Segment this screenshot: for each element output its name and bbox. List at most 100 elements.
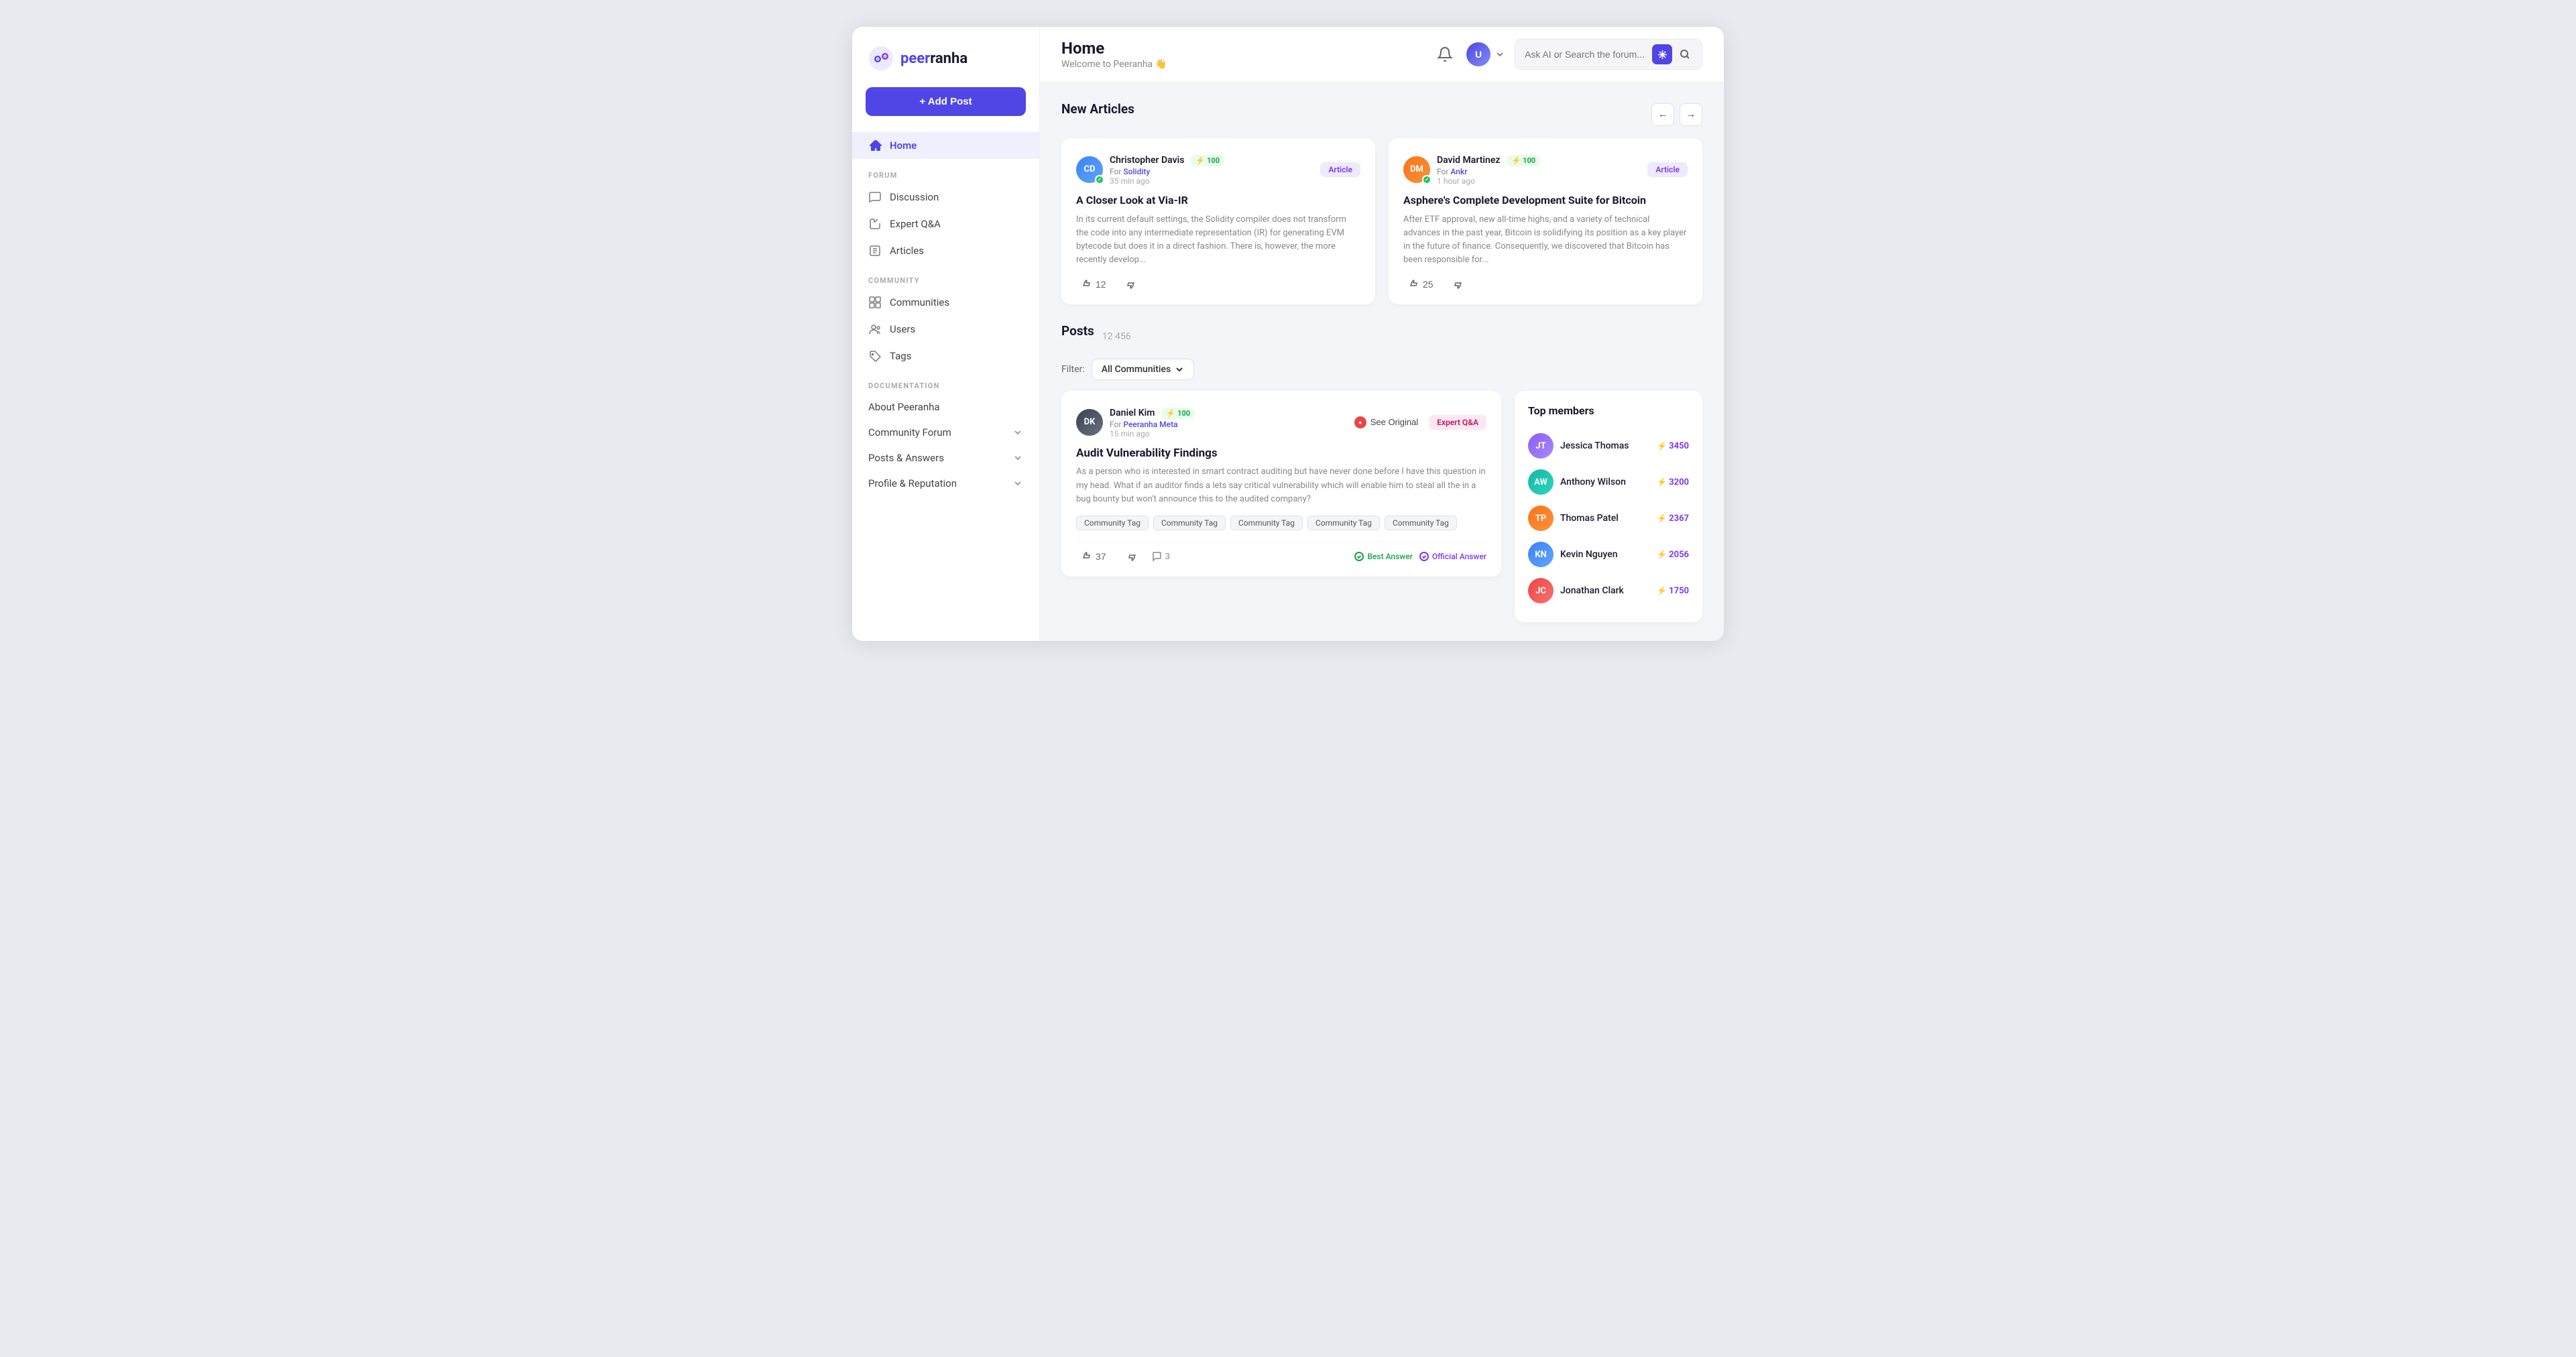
post-downvote-button[interactable]	[1121, 548, 1143, 565]
post-header-right: ● See Original Expert Q&A	[1354, 415, 1486, 430]
next-arrow-button[interactable]: →	[1680, 103, 1702, 126]
thumbs-down-icon-1	[1125, 279, 1136, 290]
ai-search-button[interactable]	[1652, 44, 1672, 64]
member-name-1: Jessica Thomas	[1560, 440, 1650, 451]
sparkle-icon	[1657, 50, 1667, 60]
thumbs-down-icon-2	[1452, 279, 1463, 290]
article-author-rep-2: ⚡ 100	[1507, 155, 1540, 166]
article-card-1-header: CD ✓ Christopher Davis ⚡ 100 For Solidit…	[1076, 153, 1360, 186]
chevron-down-icon	[1012, 427, 1023, 438]
sidebar-item-discussion[interactable]: Discussion	[852, 184, 1039, 211]
article-title-1[interactable]: A Closer Look at Via-IR	[1076, 194, 1360, 208]
downvote-button-1[interactable]	[1120, 276, 1141, 292]
article-card-1: CD ✓ Christopher Davis ⚡ 100 For Solidit…	[1061, 138, 1375, 304]
member-score-5: ⚡1750	[1657, 586, 1689, 596]
thumbs-up-icon-1	[1081, 279, 1092, 290]
articles-header: New Articles ← →	[1061, 101, 1702, 127]
bell-icon	[1437, 46, 1453, 62]
logo-text: peerranha	[900, 50, 968, 67]
member-score-2: ⚡3200	[1657, 477, 1689, 487]
page-title: Home	[1061, 39, 1167, 58]
notifications-button[interactable]	[1433, 42, 1457, 66]
article-badge-1: Article	[1320, 162, 1360, 177]
add-post-button[interactable]: + Add Post	[866, 87, 1026, 116]
sidebar-section-forum: FORUM	[852, 159, 1039, 184]
post-footer-left: 37 3	[1076, 548, 1170, 565]
sidebar-section-documentation: DOCUMENTATION	[852, 369, 1039, 394]
article-author-info-2: DM ✓ David Martinez ⚡ 100 For Ankr	[1403, 153, 1540, 186]
search-button[interactable]	[1678, 47, 1692, 62]
filter-select[interactable]: All Communities	[1092, 359, 1194, 380]
article-excerpt-2: After ETF approval, new all-time highs, …	[1403, 213, 1688, 268]
article-author-rep-1: ⚡ 100	[1191, 155, 1224, 166]
peeranha-logo-icon	[868, 46, 894, 71]
member-avatar-5: JC	[1528, 578, 1554, 603]
posts-area: DK Daniel Kim ⚡ 100 For Peeranha Meta 15…	[1061, 391, 1702, 622]
search-bar	[1515, 39, 1702, 70]
posts-answers-label: Posts & Answers	[868, 452, 944, 464]
member-avatar-1: JT	[1528, 433, 1554, 459]
upvote-button-1[interactable]: 12	[1076, 276, 1112, 292]
sidebar-item-posts-answers[interactable]: Posts & Answers	[852, 445, 1039, 471]
filter-row: Filter: All Communities	[1061, 359, 1702, 380]
article-title-2[interactable]: Asphere's Complete Development Suite for…	[1403, 194, 1688, 208]
post-time: 15 min ago	[1110, 429, 1195, 438]
tag-3[interactable]: Community Tag	[1230, 516, 1303, 530]
header: Home Welcome to Peeranha 👋 U	[1040, 27, 1724, 82]
downvote-button-2[interactable]	[1447, 276, 1468, 292]
sidebar-item-tags[interactable]: Tags	[852, 343, 1039, 369]
sidebar-item-profile-reputation[interactable]: Profile & Reputation	[852, 471, 1039, 496]
logo: peerranha	[852, 46, 1039, 87]
filter-chevron-icon	[1175, 365, 1184, 374]
sidebar-discussion-label: Discussion	[890, 191, 939, 203]
post-footer-right: Best Answer Official Answer	[1354, 552, 1486, 561]
see-original-button[interactable]: ● See Original	[1354, 416, 1419, 428]
article-time-1: 35 min ago	[1110, 176, 1224, 186]
sidebar: peerranha + Add Post Home FORUM Discussi…	[852, 27, 1040, 641]
tag-2[interactable]: Community Tag	[1153, 516, 1226, 530]
tags-row: Community Tag Community Tag Community Ta…	[1076, 516, 1486, 530]
search-input[interactable]	[1525, 49, 1647, 60]
tags-icon	[868, 349, 882, 363]
member-avatar-2: AW	[1528, 469, 1554, 495]
sidebar-item-about[interactable]: About Peeranha	[852, 394, 1039, 420]
discussion-icon	[868, 190, 882, 204]
article-card-2-header: DM ✓ David Martinez ⚡ 100 For Ankr	[1403, 153, 1688, 186]
prev-arrow-button[interactable]: ←	[1651, 103, 1674, 126]
member-score-3: ⚡2367	[1657, 514, 1689, 524]
avatar: U	[1466, 42, 1490, 66]
tag-1[interactable]: Community Tag	[1076, 516, 1149, 530]
article-actions-1: 12	[1076, 276, 1360, 292]
tag-4[interactable]: Community Tag	[1307, 516, 1380, 530]
sidebar-item-users[interactable]: Users	[852, 316, 1039, 343]
sidebar-tags-label: Tags	[890, 350, 911, 362]
post-author-rep: ⚡ 100	[1161, 408, 1195, 419]
sidebar-item-expert-qa[interactable]: Expert Q&A	[852, 211, 1039, 237]
sidebar-item-articles[interactable]: Articles	[852, 237, 1039, 264]
sidebar-articles-label: Articles	[890, 245, 924, 257]
top-members-title: Top members	[1528, 404, 1689, 417]
member-row-4: KN Kevin Nguyen ⚡2056	[1528, 536, 1689, 573]
post-upvote-button[interactable]: 37	[1076, 548, 1112, 565]
vote-count-1: 12	[1096, 279, 1106, 290]
sidebar-home-label: Home	[890, 139, 917, 152]
article-actions-2: 25	[1403, 276, 1688, 292]
post-author-name-row: Daniel Kim ⚡ 100	[1110, 406, 1195, 419]
article-author-community-1: For Solidity	[1110, 167, 1224, 176]
sidebar-item-communities[interactable]: Communities	[852, 289, 1039, 316]
nav-arrows: ← →	[1651, 103, 1702, 126]
post-title[interactable]: Audit Vulnerability Findings	[1076, 447, 1486, 460]
tag-5[interactable]: Community Tag	[1385, 516, 1457, 530]
chevron-down-icon-3	[1012, 478, 1023, 489]
post-comment-button[interactable]: 3	[1152, 551, 1170, 561]
header-right: U	[1433, 39, 1702, 70]
upvote-button-2[interactable]: 25	[1403, 276, 1439, 292]
sidebar-item-home[interactable]: Home	[852, 132, 1039, 159]
official-answer-badge: Official Answer	[1419, 552, 1486, 561]
member-row-3: TP Thomas Patel ⚡2367	[1528, 500, 1689, 536]
member-name-3: Thomas Patel	[1560, 513, 1650, 524]
member-name-2: Anthony Wilson	[1560, 477, 1650, 487]
member-score-1: ⚡3450	[1657, 441, 1689, 451]
sidebar-item-community-forum[interactable]: Community Forum	[852, 420, 1039, 445]
user-avatar-button[interactable]: U	[1466, 42, 1505, 66]
